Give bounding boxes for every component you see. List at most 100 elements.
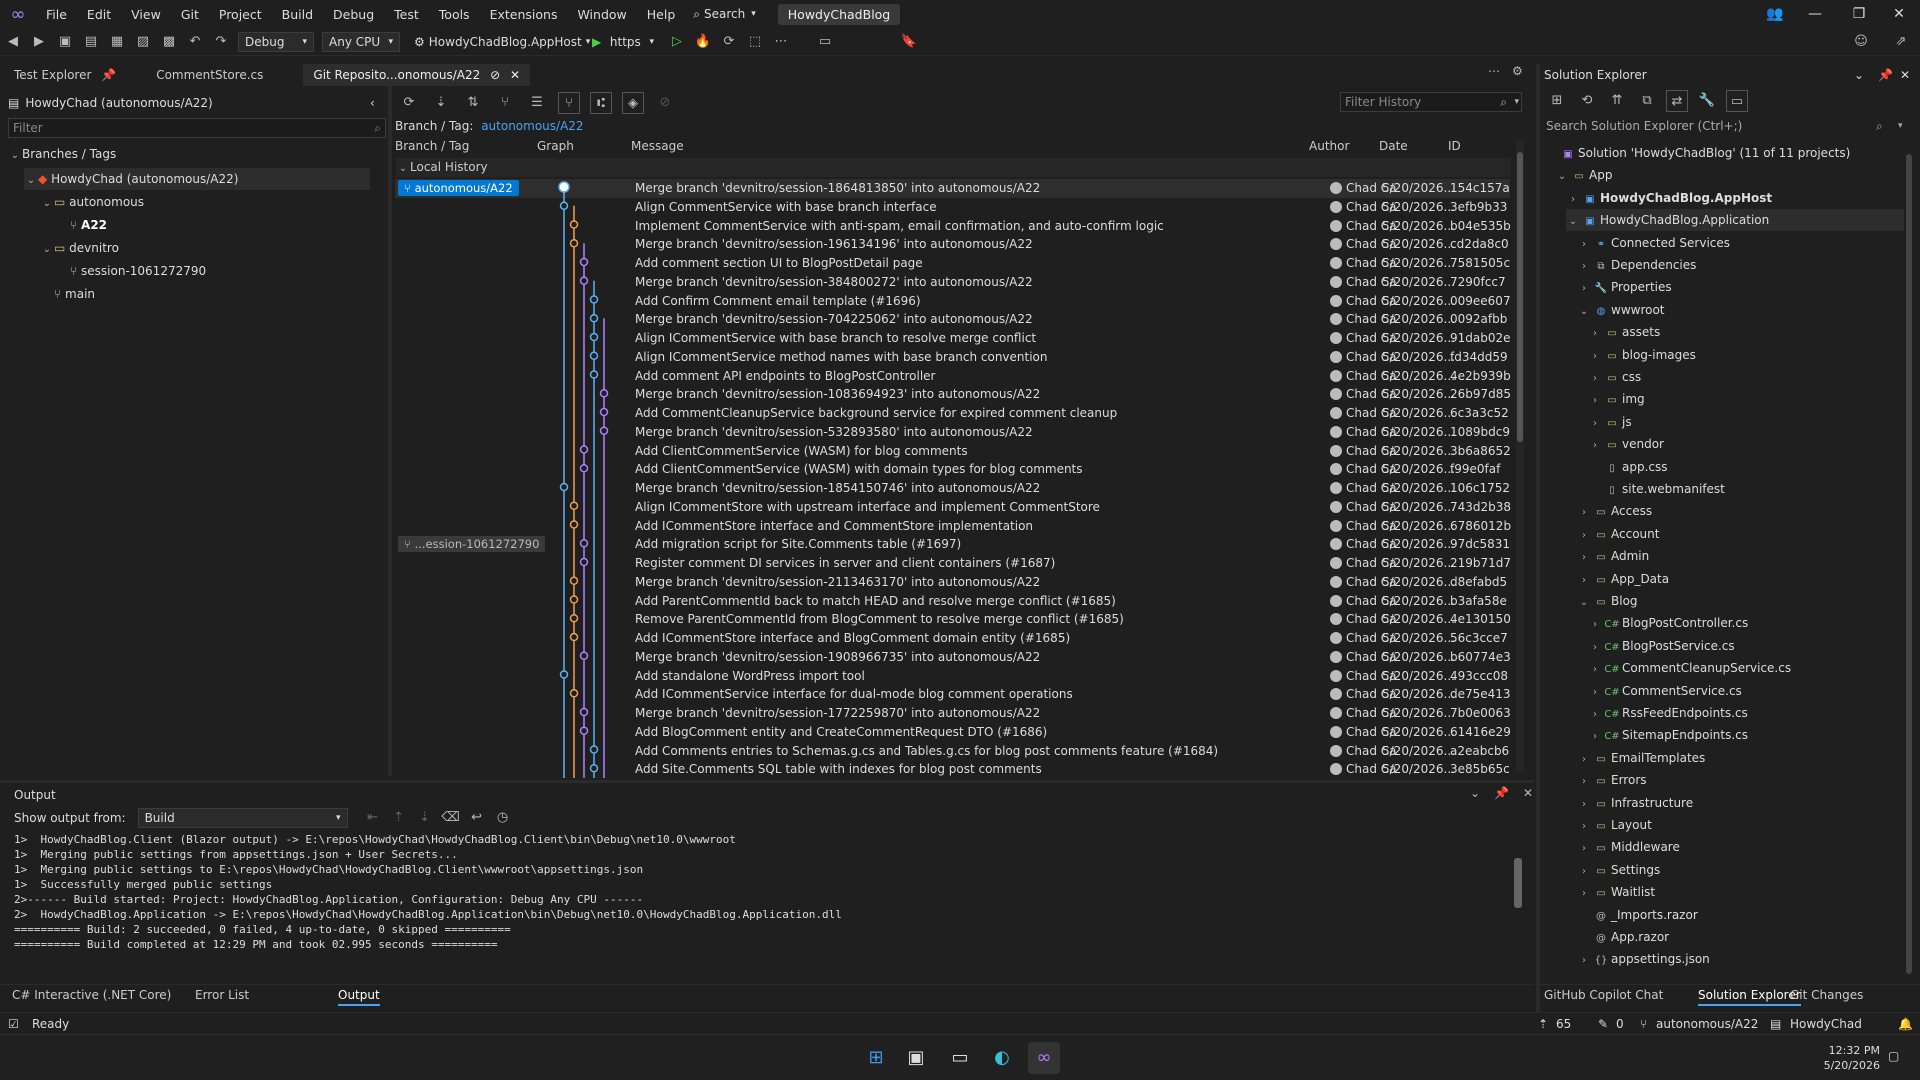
solution-item[interactable]: › ▭ css — [1588, 366, 1904, 388]
chevron-icon[interactable]: › — [1588, 682, 1602, 704]
solution-item[interactable]: ▣ Solution 'HowdyChadBlog' (11 of 11 proj… — [1544, 142, 1904, 164]
solution-item[interactable]: ⌄ ▭ Blog — [1577, 590, 1904, 612]
chevron-icon[interactable]: › — [1577, 771, 1591, 793]
chevron-icon[interactable]: ⌄ — [1577, 592, 1591, 614]
hot-reload-icon[interactable]: 🔥 — [692, 31, 714, 53]
menu-view[interactable]: View — [121, 0, 171, 29]
graph-commit-node[interactable] — [559, 201, 569, 210]
chevron-down-icon[interactable]: ⌄ — [1470, 786, 1480, 800]
chevron-icon[interactable]: › — [1588, 435, 1602, 457]
pencil-icon[interactable]: ✎ — [1598, 1013, 1608, 1035]
chevron-icon[interactable]: ⌄ — [40, 193, 54, 215]
chevron-icon[interactable]: ⌄ — [1566, 211, 1580, 233]
list-icon[interactable]: ☰ — [526, 92, 548, 114]
solution-item[interactable]: › ▭ Errors — [1577, 769, 1904, 791]
save-all-icon[interactable]: ▩ — [158, 31, 180, 53]
chevron-icon[interactable]: › — [1577, 570, 1591, 592]
graph-commit-node[interactable] — [589, 314, 599, 323]
tab-csharp-interactive[interactable]: C# Interactive (.NET Core) — [12, 984, 171, 1006]
graph-commit-node[interactable] — [569, 520, 579, 529]
chevron-icon[interactable]: › — [1577, 547, 1591, 569]
solution-item[interactable]: › ▭ Infrastructure — [1577, 792, 1904, 814]
output-source-select[interactable]: Build ▾ — [137, 808, 348, 828]
all-branches-icon[interactable]: ⑆ — [590, 92, 612, 114]
graph-commit-node[interactable] — [589, 745, 599, 754]
menu-extensions[interactable]: Extensions — [480, 0, 568, 29]
solution-item[interactable]: › C# BlogPostService.cs — [1588, 635, 1904, 657]
menu-window[interactable]: Window — [567, 0, 636, 29]
fetch-icon[interactable]: ⇣ — [430, 92, 452, 114]
column-id[interactable]: ID — [1448, 137, 1461, 155]
solution-item[interactable]: ▯ site.webmanifest — [1588, 478, 1904, 500]
chevron-icon[interactable]: › — [1577, 234, 1591, 256]
branch-tree-item[interactable]: ⌄ ▭ devnitro — [40, 237, 119, 259]
start-without-debugging-icon[interactable]: ▷ — [666, 31, 688, 53]
graph-commit-node[interactable] — [599, 389, 609, 398]
branch-tree-item[interactable]: ⑂ main — [40, 283, 95, 305]
solution-item[interactable]: › C# CommentCleanupService.cs — [1588, 657, 1904, 679]
tab-git-changes[interactable]: Git Changes — [1790, 984, 1863, 1006]
solution-item[interactable]: › ▭ Settings — [1577, 859, 1904, 881]
chevron-icon[interactable]: ⌄ — [24, 170, 38, 192]
chevron-icon[interactable]: › — [1577, 525, 1591, 547]
next-message-icon[interactable]: ⇣ — [414, 807, 436, 829]
visual-studio-logo-icon[interactable]: ∞ — [8, 4, 28, 25]
chevron-icon[interactable]: › — [1577, 502, 1591, 524]
graph-icon[interactable]: ⑂ — [558, 92, 580, 114]
chevron-icon[interactable]: › — [1577, 838, 1591, 860]
bookmark-icon[interactable]: 🔖 — [898, 31, 920, 53]
undo-icon[interactable]: ↶ — [184, 31, 206, 53]
solution-item[interactable]: ⌄ ▣ HowdyChadBlog.Application — [1566, 209, 1904, 233]
column-date[interactable]: Date — [1379, 137, 1408, 155]
graph-commit-node[interactable] — [589, 351, 599, 360]
chevron-icon[interactable]: › — [1588, 346, 1602, 368]
graph-commit-node[interactable] — [589, 370, 599, 379]
graph-commit-node[interactable] — [579, 651, 589, 660]
graph-commit-node[interactable] — [569, 595, 579, 604]
column-graph[interactable]: Graph — [537, 137, 574, 155]
chevron-icon[interactable]: › — [1577, 883, 1591, 905]
menu-build[interactable]: Build — [272, 0, 323, 29]
back-icon[interactable]: ◀ — [2, 31, 24, 53]
solution-scrollbar[interactable] — [1906, 150, 1912, 980]
refresh-icon[interactable]: ⟳ — [398, 92, 420, 114]
status-errors[interactable]: 65 — [1556, 1013, 1571, 1035]
solution-item[interactable]: › 🔧 Properties — [1577, 276, 1904, 298]
find-message-icon[interactable]: ⇤ — [362, 807, 384, 829]
tab-output[interactable]: Output — [338, 984, 380, 1006]
chevron-icon[interactable]: › — [1588, 659, 1602, 681]
visual-studio-taskbar-icon[interactable]: ∞ — [1028, 1042, 1060, 1074]
tab-test-explorer[interactable]: Test Explorer 📌 — [4, 64, 126, 86]
chevron-icon[interactable]: › — [1577, 278, 1591, 300]
settings-gear-icon[interactable]: ⚙ — [1512, 64, 1523, 78]
graph-commit-node[interactable] — [579, 707, 589, 717]
chevron-down-icon[interactable]: ⌄ — [1854, 66, 1864, 84]
history-scrollbar[interactable] — [1516, 140, 1524, 772]
tab-github-copilot-chat[interactable]: GitHub Copilot Chat — [1544, 984, 1663, 1006]
chevron-down-icon[interactable]: ▾ — [1514, 93, 1519, 111]
graph-commit-node[interactable] — [599, 407, 609, 417]
solution-item[interactable]: › C# BlogPostController.cs — [1588, 612, 1904, 634]
menu-tools[interactable]: Tools — [429, 0, 480, 29]
collapse-panel-icon[interactable]: ‹ — [370, 96, 375, 110]
pending-changes-icon[interactable]: ⟲ — [1576, 90, 1598, 112]
graph-commit-node[interactable] — [569, 576, 579, 585]
graph-commit-node[interactable] — [579, 539, 589, 548]
column-branch-tag[interactable]: Branch / Tag — [395, 137, 469, 155]
edge-browser-icon[interactable]: ◐ — [986, 1042, 1018, 1074]
chevron-icon[interactable]: › — [1577, 816, 1591, 838]
system-clock[interactable]: 12:32 PM 5/20/2026 — [1800, 1043, 1880, 1073]
graph-commit-node[interactable] — [579, 445, 589, 454]
pin-icon[interactable]: 📌 — [1878, 66, 1893, 84]
graph-commit-node[interactable] — [569, 220, 579, 229]
search-menu[interactable]: ⌕ Search ▾ — [685, 0, 764, 29]
overflow-icon[interactable]: ⋯ — [770, 31, 792, 53]
menu-file[interactable]: File — [36, 0, 77, 29]
menu-edit[interactable]: Edit — [77, 0, 121, 29]
solution-item[interactable]: › ▭ Waitlist — [1577, 881, 1904, 903]
solution-item[interactable]: › ▭ js — [1588, 411, 1904, 433]
chevron-icon[interactable]: ⌄ — [1577, 301, 1591, 323]
restart-icon[interactable]: ⟳ — [718, 31, 740, 53]
graph-commit-node[interactable] — [579, 557, 589, 567]
branch-filter-value[interactable]: autonomous/A22 — [481, 119, 583, 133]
